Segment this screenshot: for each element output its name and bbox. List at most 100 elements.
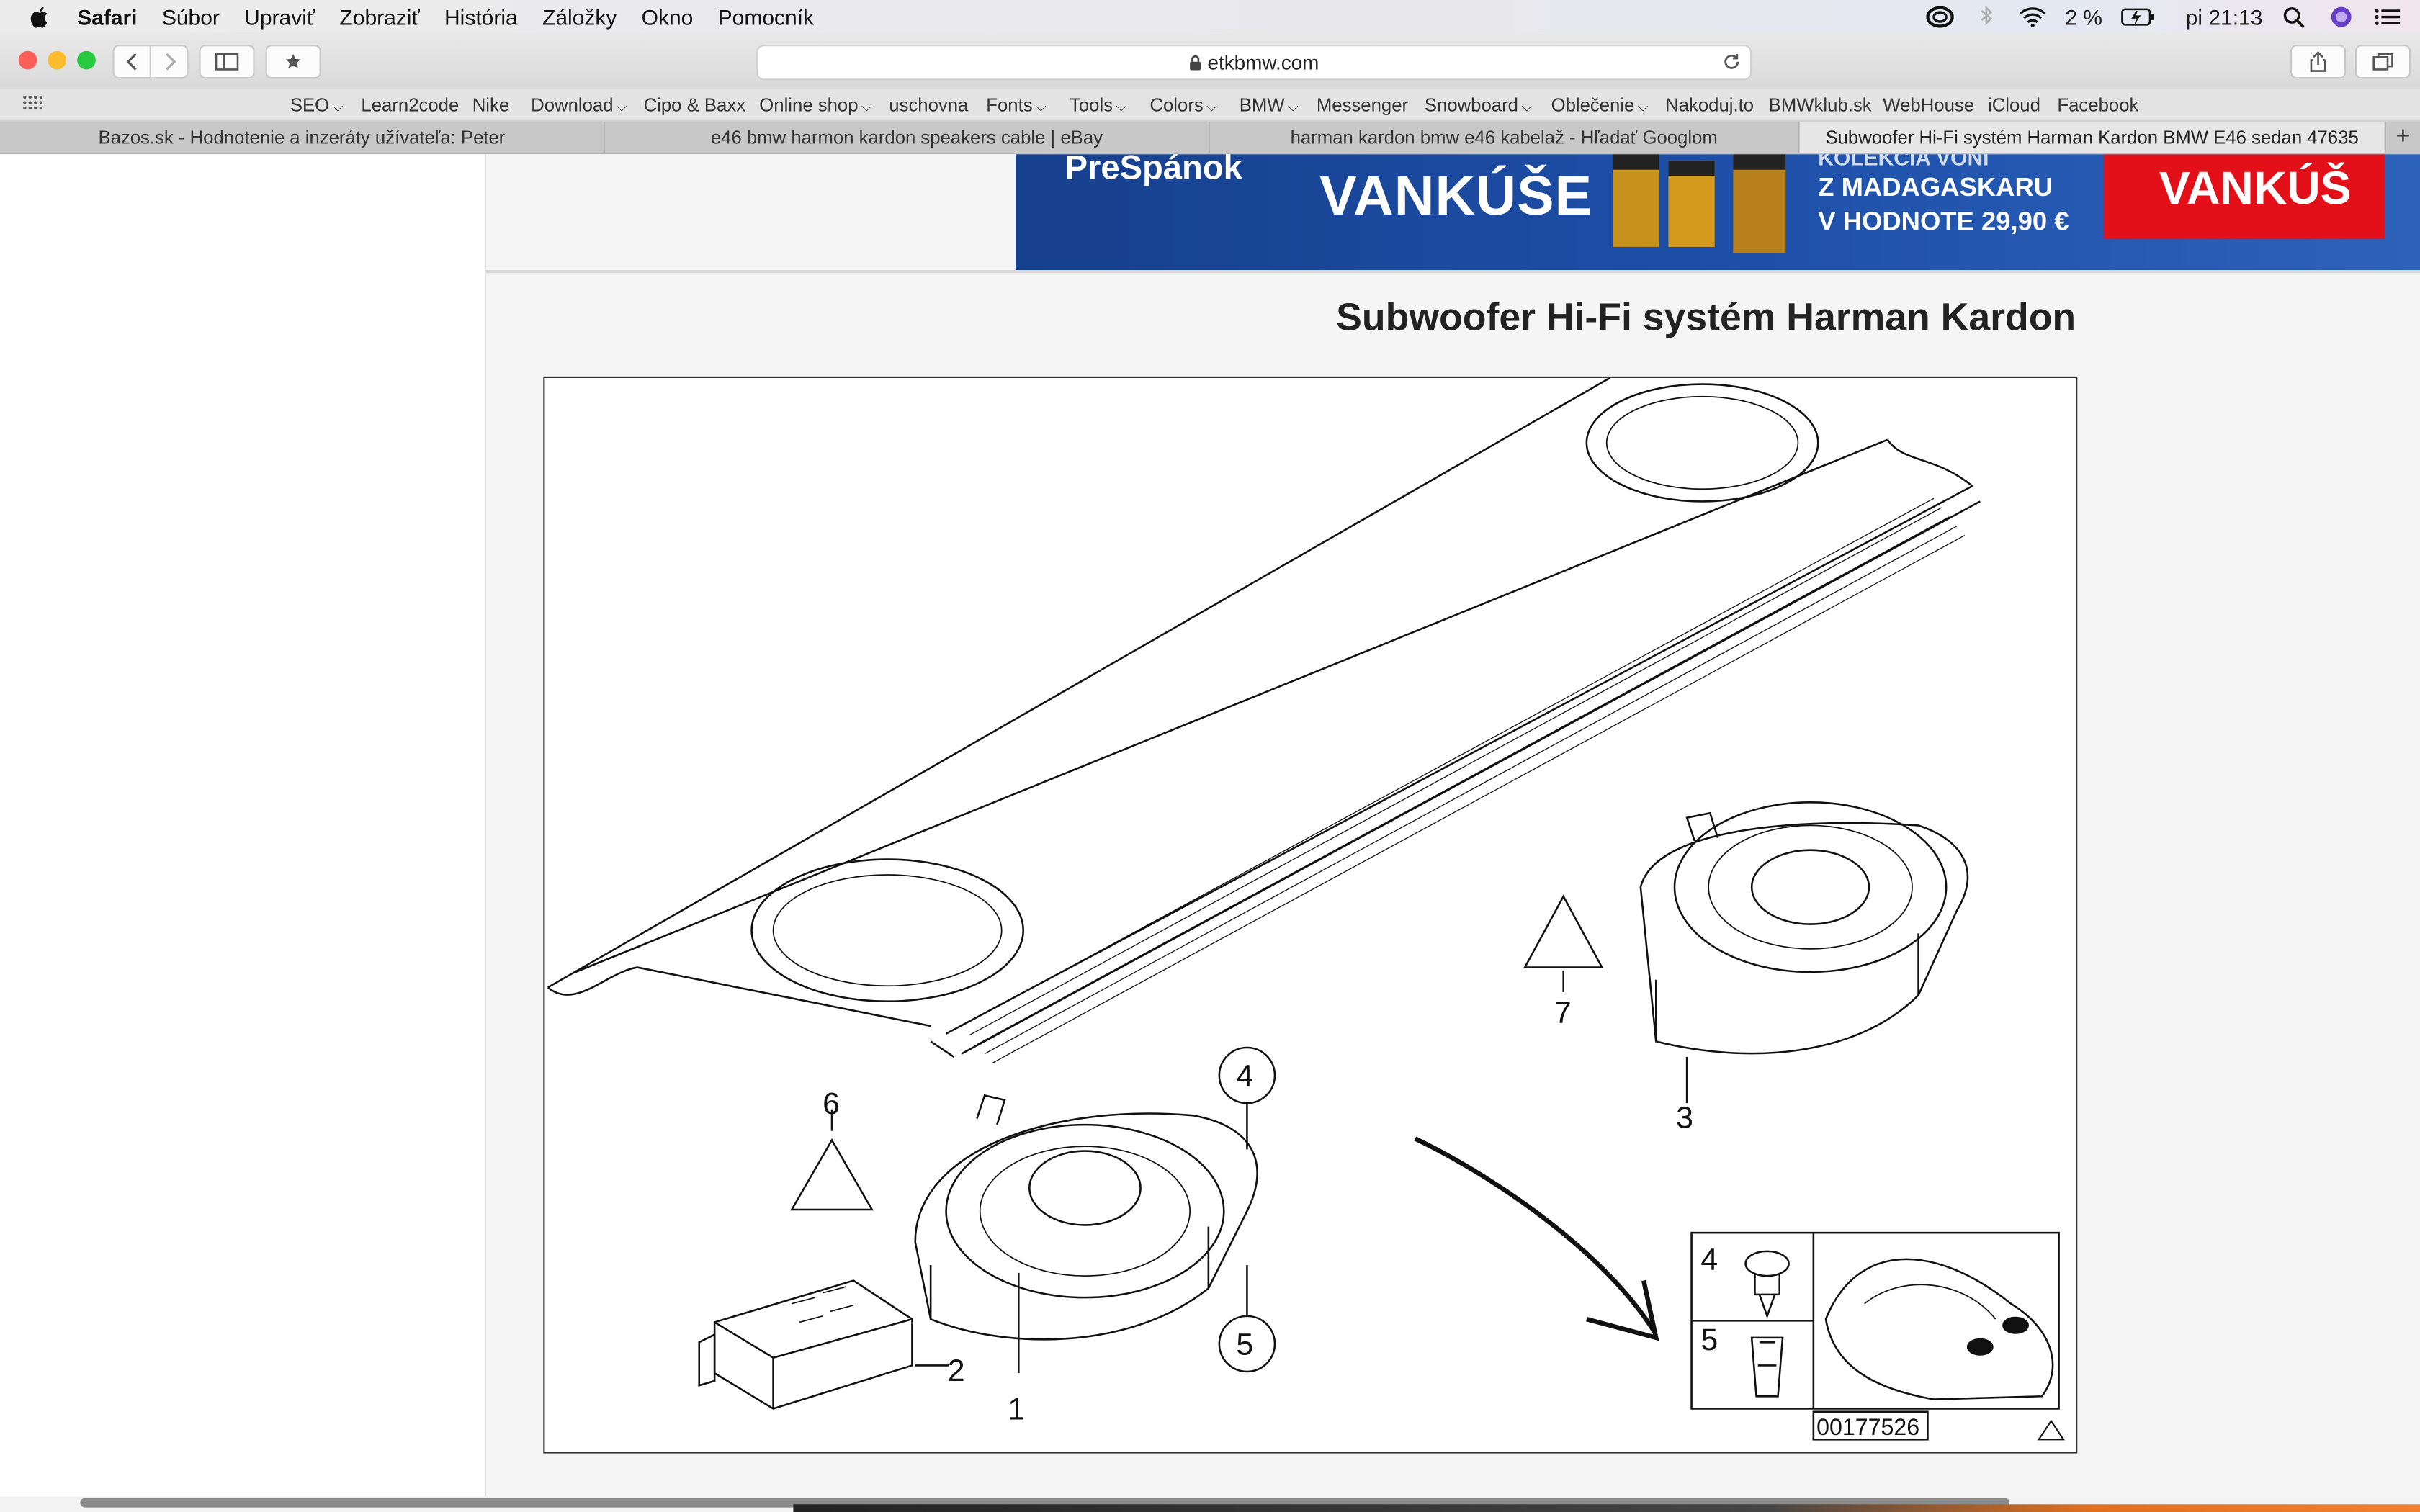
inset-label-4: 4	[1700, 1243, 1718, 1277]
page-title: Subwoofer Hi-Fi systém Harman Kardon	[1336, 296, 2076, 340]
back-button[interactable]	[112, 45, 151, 79]
zoom-window-button[interactable]	[77, 50, 96, 70]
reload-icon[interactable]	[1722, 53, 1741, 71]
tab-overview-button[interactable]	[2355, 45, 2411, 79]
notification-center-icon[interactable]	[2374, 6, 2402, 27]
clip-nut-drawing	[1750, 1336, 1784, 1398]
battery-charging-icon[interactable]	[2121, 7, 2155, 26]
bookmark-download[interactable]: Download ⌵	[531, 94, 627, 116]
creative-cloud-icon[interactable]	[1926, 5, 1954, 27]
bookmark-oblecenie[interactable]: Oblečenie ⌵	[1551, 94, 1649, 116]
tab-bar: Bazos.sk - Hodnotenie a inzeráty užívate…	[0, 122, 2420, 155]
bookmark-nakoduj[interactable]: Nakoduj.to	[1665, 94, 1754, 116]
browser-toolbar: etkbmw.com	[0, 32, 2420, 91]
bookmark-nike[interactable]: Nike	[472, 94, 509, 116]
bookmark-bmw[interactable]: BMW ⌵	[1240, 94, 1299, 116]
part-label-1: 1	[1008, 1392, 1025, 1426]
parts-diagram: 1 2 3 4 5 6 7 4 5 00177526	[543, 376, 2078, 1454]
menu-help[interactable]: Pomocník	[718, 4, 814, 28]
tab-bazos[interactable]: Bazos.sk - Hodnotenie a inzeráty užívate…	[0, 122, 605, 153]
bookmark-online-shop[interactable]: Online shop ⌵	[759, 94, 871, 116]
divider	[486, 270, 2420, 274]
pointer-arrow-drawing	[1414, 1136, 1659, 1336]
car-sedan-drawing	[1824, 1258, 2054, 1400]
subwoofer-right-drawing	[1639, 801, 1969, 1055]
close-window-button[interactable]	[18, 50, 37, 70]
bookmark-learn2code[interactable]: Learn2code	[361, 94, 459, 116]
tab-etkbmw-active[interactable]: Subwoofer Hi-Fi systém Harman Kardon BMW…	[1799, 122, 2386, 153]
top-sites-button[interactable]	[265, 45, 321, 79]
spotlight-search-icon[interactable]	[2281, 6, 2309, 27]
part-label-7: 7	[1554, 996, 1572, 1030]
menu-bookmarks[interactable]: Záložky	[542, 4, 617, 28]
bluetooth-icon[interactable]	[1973, 5, 2001, 27]
bookmarks-bar: SEO ⌵ Learn2code Nike Download ⌵ Cipo & Ba…	[0, 89, 2420, 122]
chevron-left-icon	[125, 53, 136, 71]
menu-history[interactable]: História	[444, 4, 518, 28]
banner-line1: KOLEKCIA VÔNÍ	[1818, 154, 1989, 170]
chevron-right-icon	[165, 53, 176, 71]
dock-strip	[793, 1504, 2420, 1512]
grid-apps-icon[interactable]	[22, 94, 43, 116]
amplifier-module-drawing	[698, 1279, 913, 1410]
bookmark-colors[interactable]: Colors ⌵	[1150, 94, 1216, 116]
share-button[interactable]	[2290, 45, 2347, 79]
image-number: 00177526	[1816, 1414, 1919, 1440]
menu-file[interactable]: Súbor	[162, 4, 220, 28]
share-icon	[2310, 51, 2326, 72]
wifi-icon[interactable]	[2019, 6, 2047, 27]
ad-banner[interactable]: PreSpánok VANKÚŠE KOLEKCIA VÔNÍ Z MADAGA…	[1016, 154, 2420, 270]
address-bar[interactable]: etkbmw.com	[756, 45, 1752, 81]
bookmark-snowboard[interactable]: Snowboard ⌵	[1425, 94, 1532, 116]
shelf-grille	[961, 498, 1966, 1063]
forward-button[interactable]	[149, 45, 189, 79]
page-content: PreSpánok VANKÚŠE KOLEKCIA VÔNÍ Z MADAGA…	[486, 154, 2420, 1497]
apple-icon[interactable]	[28, 4, 53, 28]
bookmark-fonts[interactable]: Fonts ⌵	[986, 94, 1046, 116]
rear-shelf-drawing	[547, 377, 1981, 1058]
subwoofer-left-drawing	[914, 1094, 1258, 1341]
bookmark-seo[interactable]: SEO ⌵	[290, 94, 343, 116]
triangle-marker-icon	[2037, 1419, 2066, 1441]
bookmark-webhouse[interactable]: WebHouse	[1883, 94, 1974, 116]
menu-extras: 2 % pi 21:13	[1926, 0, 2401, 32]
clock[interactable]: pi 21:13	[2186, 4, 2263, 28]
part-label-5: 5	[1236, 1327, 1253, 1362]
bookmark-cipo-baxx[interactable]: Cipo & Baxx	[644, 94, 745, 116]
tab-ebay[interactable]: e46 bmw harmon kardon speakers cable | e…	[605, 122, 1210, 153]
part-label-4: 4	[1236, 1059, 1253, 1094]
part-label-2: 2	[948, 1354, 965, 1388]
screw-drawing	[1744, 1250, 1790, 1319]
menu-app-name[interactable]: Safari	[77, 4, 137, 28]
bookmark-messenger[interactable]: Messenger	[1317, 94, 1408, 116]
menu-window[interactable]: Okno	[642, 4, 694, 28]
inset-label-5: 5	[1700, 1323, 1718, 1357]
lock-icon	[1190, 55, 1201, 71]
bookmark-bmwklub[interactable]: BMWklub.sk	[1769, 94, 1872, 116]
chevron-down-icon: ⌵	[1116, 99, 1126, 114]
battery-percent[interactable]: 2 %	[2065, 4, 2102, 28]
web-page: PreSpánok VANKÚŠE KOLEKCIA VÔNÍ Z MADAGA…	[0, 154, 2420, 1497]
star-icon	[285, 54, 301, 68]
menu-edit[interactable]: Upraviť	[244, 4, 315, 28]
part-label-6: 6	[823, 1086, 840, 1121]
tab-google[interactable]: harman kardon bmw e46 kabelaž - Hľadať G…	[1210, 122, 1800, 153]
bookmark-uschovna[interactable]: uschovna	[889, 94, 968, 116]
chevron-down-icon: ⌵	[1521, 99, 1532, 114]
warning-sign-6	[790, 1138, 874, 1211]
banner-cta-box[interactable]: VANKÚŠ	[2103, 154, 2385, 240]
minimize-window-button[interactable]	[48, 50, 67, 70]
chevron-down-icon: ⌵	[861, 99, 872, 114]
menu-view[interactable]: Zobraziť	[339, 4, 419, 28]
part-label-3: 3	[1676, 1100, 1693, 1135]
sidebar-toggle-button[interactable]	[199, 45, 255, 79]
bookmark-tools[interactable]: Tools ⌵	[1070, 94, 1126, 116]
parts-diagram-drawing: 1 2 3 4 5 6 7 4 5 00177526	[547, 377, 2066, 1441]
bookmark-icloud[interactable]: iCloud	[1988, 94, 2040, 116]
bookmark-facebook[interactable]: Facebook	[2057, 94, 2138, 116]
page-left-column	[0, 154, 486, 1497]
chevron-down-icon: ⌵	[1035, 99, 1047, 114]
new-tab-button[interactable]: +	[2386, 122, 2420, 153]
siri-icon[interactable]	[2327, 6, 2355, 27]
banner-line3: V HODNOTE 29,90 €	[1818, 207, 2069, 236]
